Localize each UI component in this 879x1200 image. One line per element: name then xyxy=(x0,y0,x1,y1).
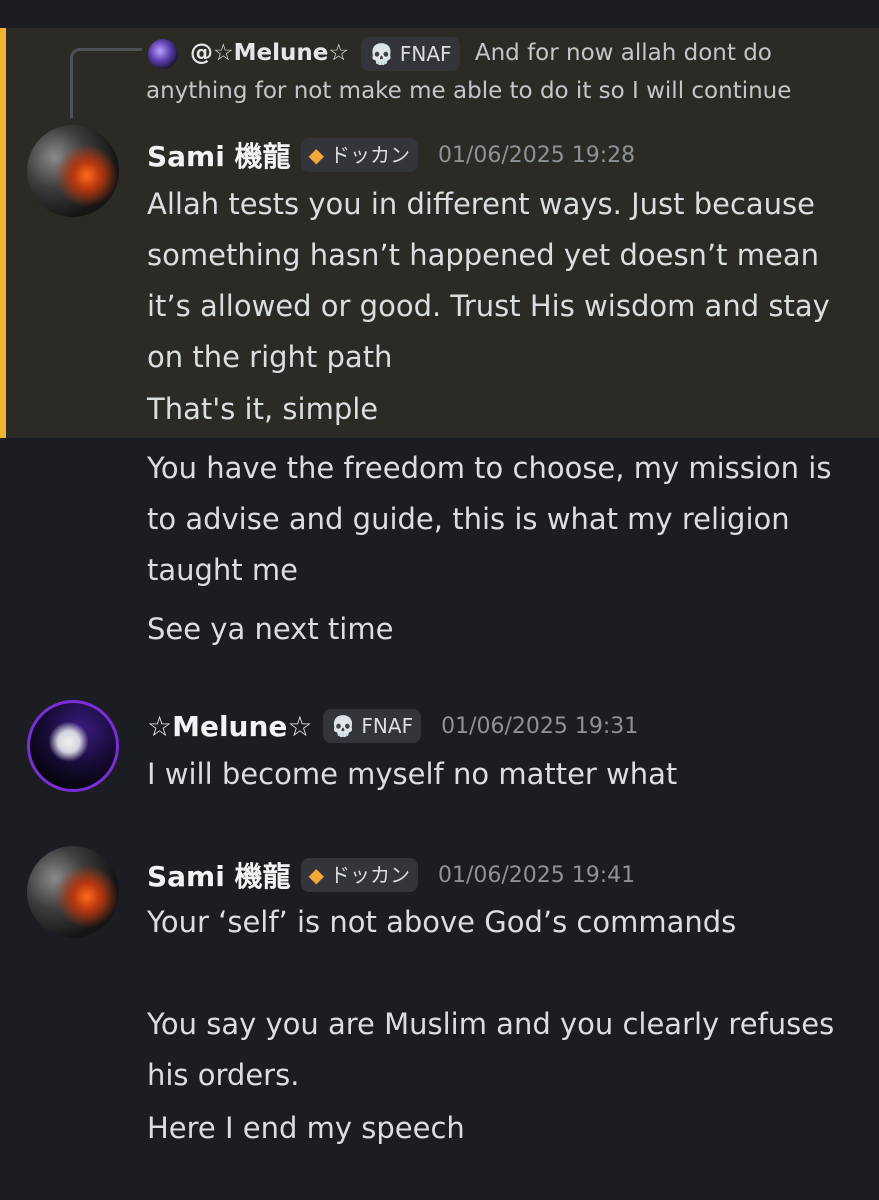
skull-icon: 💀 xyxy=(368,41,394,66)
gem-icon: ◆ xyxy=(308,863,324,887)
timestamp[interactable]: 01/06/2025 19:31 xyxy=(441,714,638,739)
server-tag-label: ドッカン xyxy=(329,863,410,887)
avatar[interactable] xyxy=(27,846,119,938)
message-text: Your ‘self’ is not above God’s commands xyxy=(147,905,737,939)
message-text: See ya next time xyxy=(147,612,394,646)
username[interactable]: ☆Melune☆ xyxy=(147,710,313,743)
message-header: Sami 機龍 ◆ ドッカン 01/06/2025 19:28 xyxy=(147,132,635,178)
reply-author[interactable]: @☆Melune☆ xyxy=(190,40,349,66)
server-tag[interactable]: ◆ ドッカン xyxy=(300,138,418,172)
message-text: You say you are Muslim and you clearly r… xyxy=(147,1007,835,1092)
gem-icon: ◆ xyxy=(308,143,324,167)
skull-icon: 💀 xyxy=(330,714,356,738)
message-text: That's it, simple xyxy=(147,392,379,426)
server-tag[interactable]: 💀 FNAF xyxy=(322,709,422,743)
server-tag-label: ドッカン xyxy=(329,143,410,167)
reply-avatar[interactable] xyxy=(146,36,180,71)
chat-log: @☆Melune☆ 💀 FNAF And for now allah dont do… xyxy=(0,0,879,1200)
message-text: You have the freedom to choose, my missi… xyxy=(147,451,832,587)
avatar[interactable] xyxy=(27,700,119,792)
timestamp[interactable]: 01/06/2025 19:41 xyxy=(438,863,635,888)
message-header: ☆Melune☆ 💀 FNAF 01/06/2025 19:31 xyxy=(147,703,638,749)
username[interactable]: Sami 機龍 xyxy=(147,855,291,895)
server-tag[interactable]: ◆ ドッカン xyxy=(300,858,418,892)
message-header: Sami 機龍 ◆ ドッカン 01/06/2025 19:41 xyxy=(147,852,635,898)
username[interactable]: Sami 機龍 xyxy=(147,135,291,175)
reply-connector xyxy=(70,48,142,118)
reply-reference[interactable]: @☆Melune☆ 💀 FNAF And for now allah dont do… xyxy=(146,34,866,110)
message-text: Here I end my speech xyxy=(147,1111,465,1145)
server-tag-label: FNAF xyxy=(361,714,414,738)
message-text: Allah tests you in different ways. Just … xyxy=(147,187,830,374)
message-text: I will become myself no matter what xyxy=(147,757,678,791)
server-tag[interactable]: 💀 FNAF xyxy=(360,36,460,71)
server-tag-label: FNAF xyxy=(399,41,452,66)
timestamp[interactable]: 01/06/2025 19:28 xyxy=(438,143,635,168)
mention-highlight-bar xyxy=(0,28,6,438)
avatar[interactable] xyxy=(27,125,119,217)
